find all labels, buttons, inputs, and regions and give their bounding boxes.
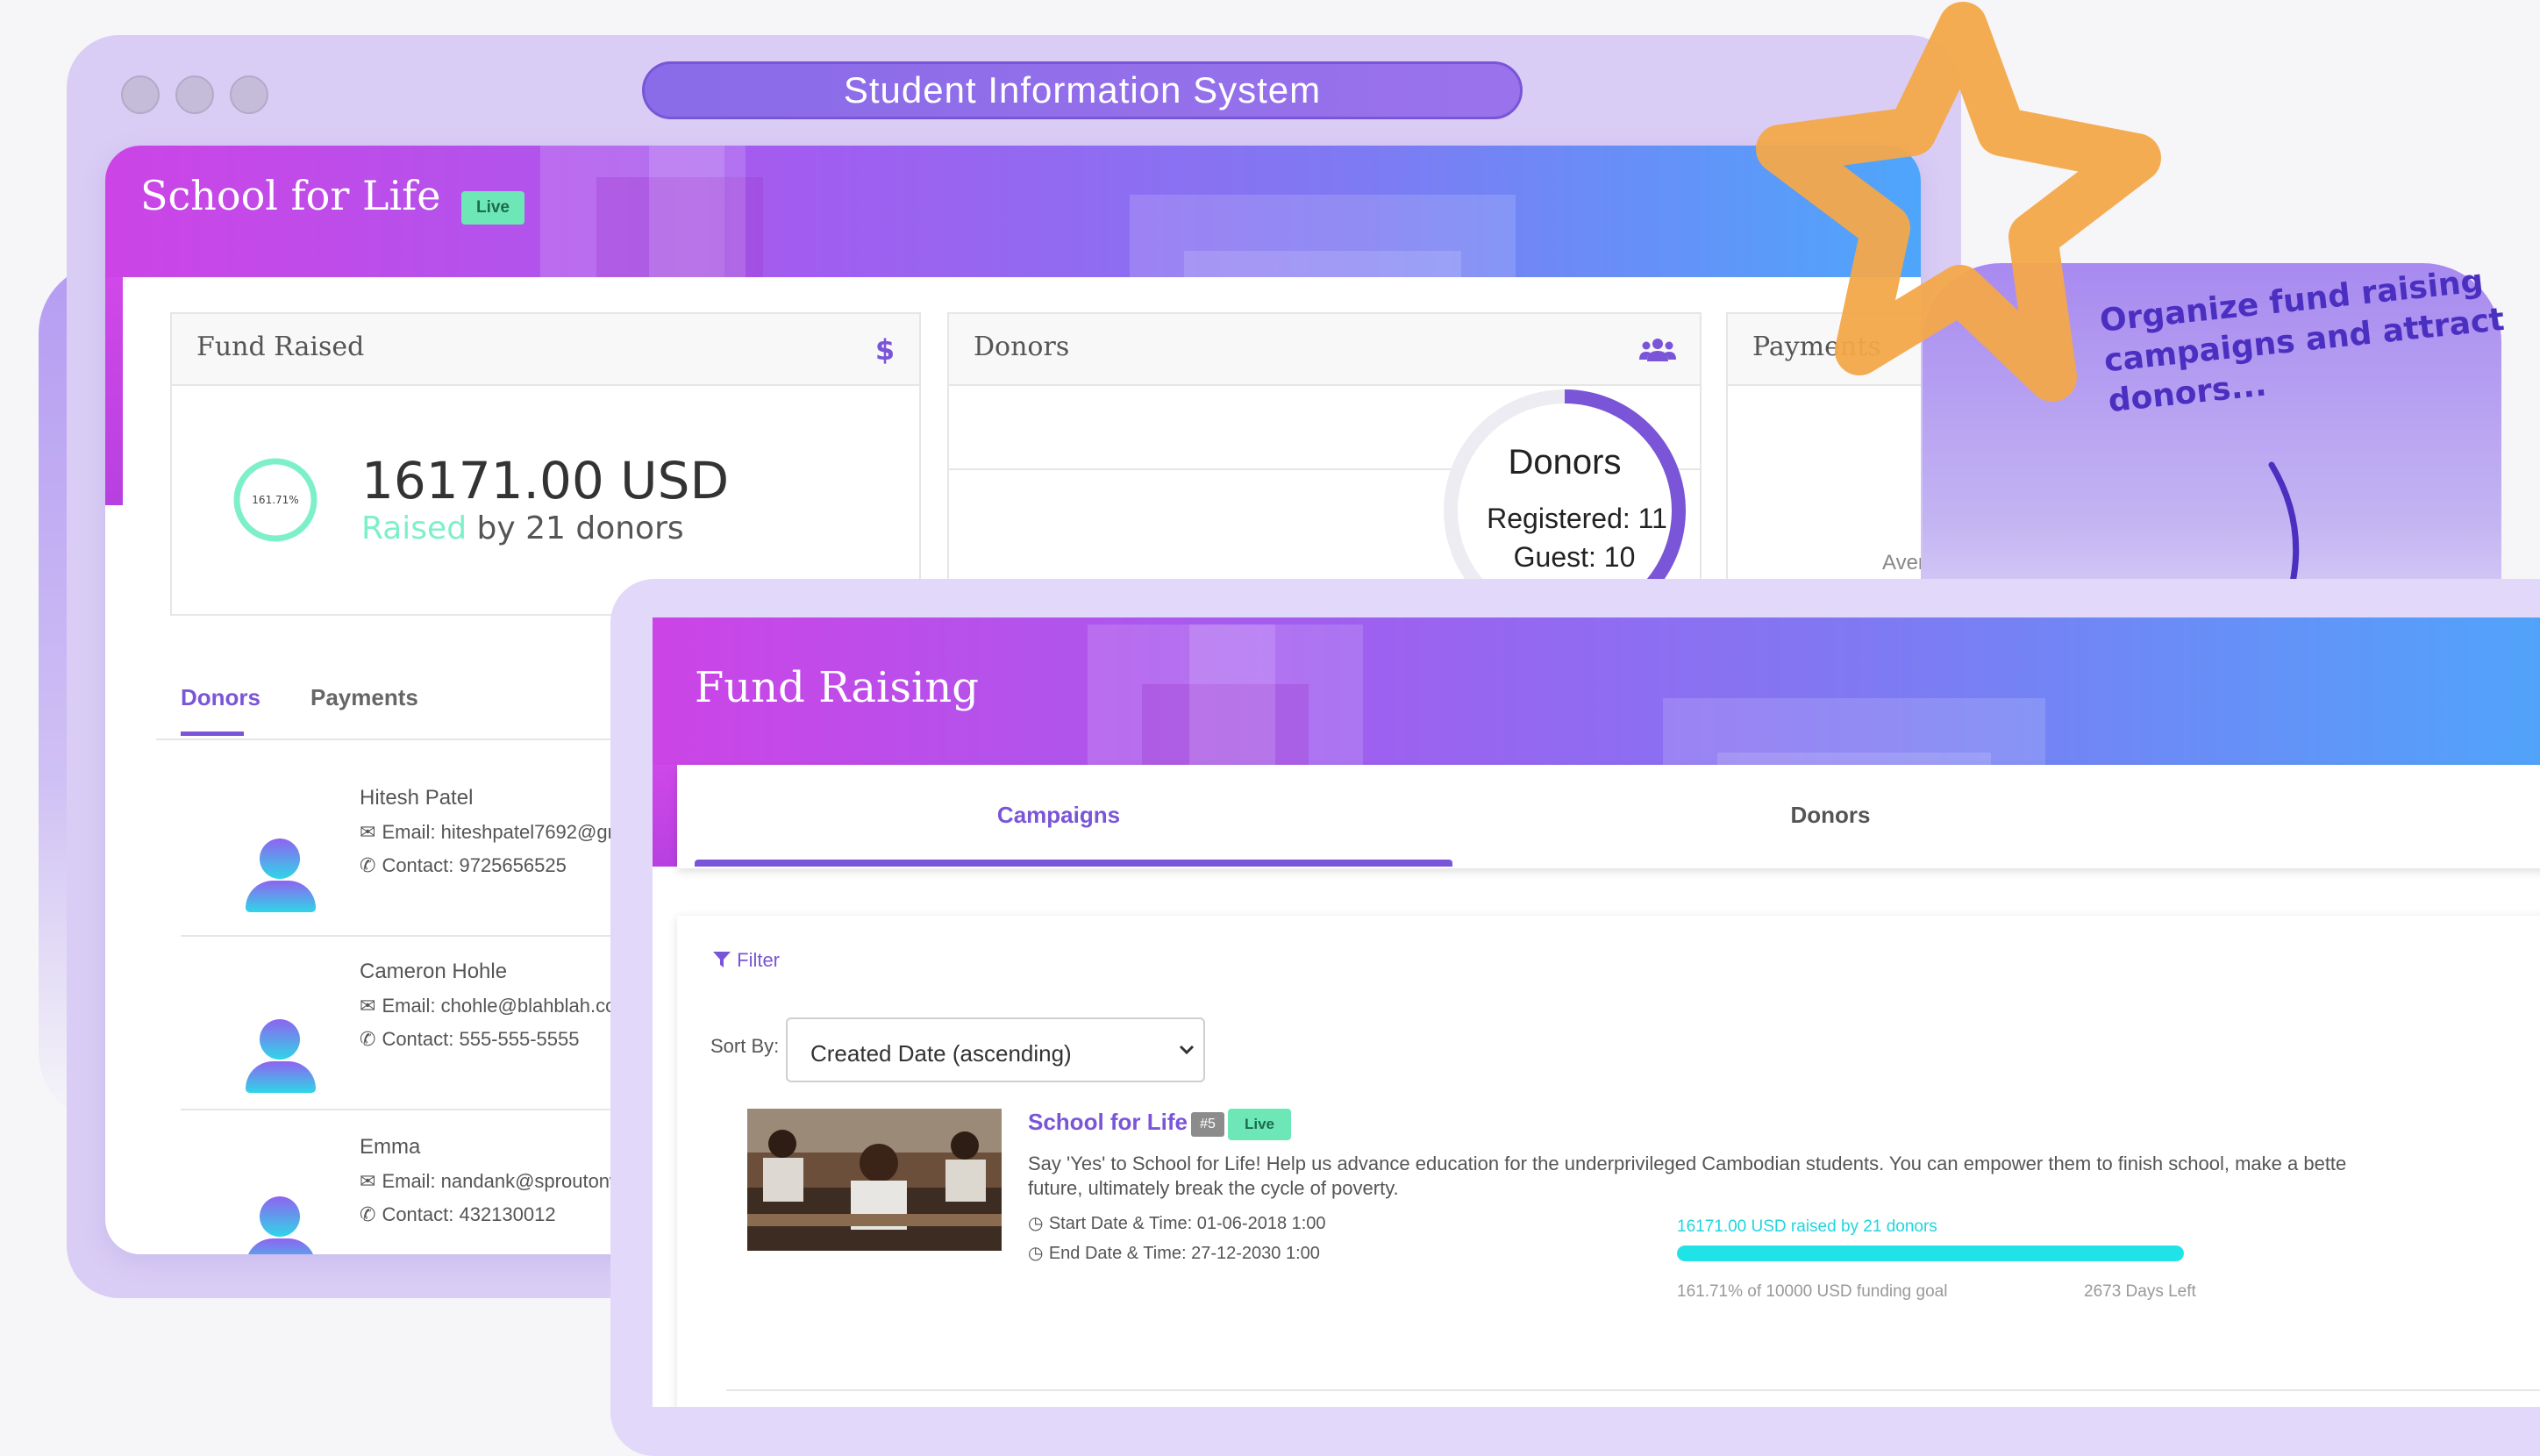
sort-select[interactable]: Created Date (ascending) xyxy=(786,1017,1205,1082)
chevron-down-icon xyxy=(1179,1045,1195,1055)
email-icon: ✉ xyxy=(360,1171,382,1193)
fund-raising-tabs: Campaigns Donors Pa xyxy=(677,765,2540,868)
clock-icon: ◷ xyxy=(1028,1242,1049,1263)
window-close-dot[interactable] xyxy=(121,75,160,114)
fund-raising-title: Fund Raising xyxy=(695,663,979,712)
school-header: School for Life Live xyxy=(105,146,1921,277)
donors-card-label: Donors xyxy=(974,332,1070,362)
donor-name: Hitesh Patel xyxy=(360,786,474,810)
donut-guest: Guest: 10 xyxy=(1514,541,1636,573)
sort-select-value: Created Date (ascending) xyxy=(810,1040,1072,1067)
filter-icon xyxy=(713,952,731,967)
campaign-description: Say 'Yes' to School for Life! Help us ad… xyxy=(1028,1153,2347,1174)
donor-name: Emma xyxy=(360,1135,421,1159)
donor-email: Email: hiteshpatel7692@gma xyxy=(382,821,635,843)
phone-icon: ✆ xyxy=(360,1204,382,1226)
campaign-days-left: 2673 Days Left xyxy=(2084,1282,2196,1301)
campaign-end: ◷ End Date & Time: 27-12-2030 1:00 xyxy=(1028,1242,1320,1263)
donor-name: Cameron Hohle xyxy=(360,960,508,983)
dollar-icon: $ xyxy=(875,333,895,365)
tab-campaigns-indicator xyxy=(695,860,1452,867)
window-minimize-dot[interactable] xyxy=(175,75,214,114)
clock-icon: ◷ xyxy=(1028,1212,1049,1233)
phone-icon: ✆ xyxy=(360,1029,382,1051)
percent-ring: 161.71% xyxy=(233,458,318,542)
avatar xyxy=(260,839,300,879)
donut-title: Donors xyxy=(1509,443,1622,482)
campaign-progress-bar xyxy=(1677,1245,2184,1261)
phone-icon: ✆ xyxy=(360,855,382,877)
donor-contact: Contact: 555-555-5555 xyxy=(382,1028,580,1050)
payments-partial-text: Aver xyxy=(1882,551,1921,575)
tab-donors-indicator xyxy=(181,732,244,736)
tab-campaigns[interactable]: Campaigns xyxy=(677,802,1440,829)
fund-amount: 16171.00 USD xyxy=(361,451,730,510)
percent-ring-label: 161.71% xyxy=(252,494,298,506)
donor-email: Email: chohle@blahblah.com xyxy=(382,995,632,1017)
donor-contact: Contact: 9725656525 xyxy=(382,854,567,876)
raised-by-donors: by 21 donors xyxy=(476,510,684,546)
campaign-title[interactable]: School for Life xyxy=(1028,1109,1188,1136)
campaign-live-badge: Live xyxy=(1228,1109,1291,1140)
donor-contact: Contact: 432130012 xyxy=(382,1203,556,1225)
filter-button[interactable]: Filter xyxy=(712,949,780,972)
avatar xyxy=(260,1019,300,1060)
school-title: School for Life xyxy=(140,172,441,219)
fund-raising-window: Fund Raising Campaigns Donors Pa Filter … xyxy=(653,617,2540,1407)
users-icon xyxy=(1639,339,1676,361)
donut-registered: Registered: 11 xyxy=(1487,503,1667,534)
fund-raised-label: Fund Raised xyxy=(196,332,365,362)
campaign-goal-text: 161.71% of 10000 USD funding goal xyxy=(1677,1282,1948,1301)
tab-donors[interactable]: Donors xyxy=(1440,802,2221,829)
email-icon: ✉ xyxy=(360,822,382,844)
avatar xyxy=(260,1196,300,1237)
campaign-progress-fill xyxy=(1677,1245,2184,1261)
window-maximize-dot[interactable] xyxy=(230,75,268,114)
tab-payments[interactable]: Payments xyxy=(310,684,418,711)
svg-text:$: $ xyxy=(875,333,895,365)
fund-raising-header: Fund Raising xyxy=(653,617,2540,765)
live-badge: Live xyxy=(461,191,524,225)
tab-donors[interactable]: Donors xyxy=(181,684,260,711)
campaigns-panel: Filter Sort By: Created Date (ascending)… xyxy=(677,916,2540,1407)
window-title: Student Information System xyxy=(642,61,1523,119)
raised-by-text: Raised by 21 donors xyxy=(361,510,684,546)
raised-word: Raised xyxy=(361,510,467,546)
campaign-raised-text: 16171.00 USD raised by 21 donors xyxy=(1677,1217,1937,1236)
fund-raised-card: Fund Raised $ 161.71% 16171.00 USD Raise… xyxy=(170,312,921,616)
campaign-start: ◷ Start Date & Time: 01-06-2018 1:00 xyxy=(1028,1212,1326,1233)
campaign-item[interactable]: School for Life #5 Live Say 'Yes' to Sch… xyxy=(677,1091,2540,1354)
donor-email: Email: nandank@sproutonwe xyxy=(382,1170,635,1192)
campaign-description-cont: future, ultimately break the cycle of po… xyxy=(1028,1177,1399,1199)
header-accent xyxy=(105,277,123,505)
email-icon: ✉ xyxy=(360,996,382,1017)
campaign-image xyxy=(747,1109,1002,1251)
campaign-number-badge: #5 xyxy=(1191,1112,1224,1137)
sort-label: Sort By: xyxy=(710,1035,780,1057)
filter-label: Filter xyxy=(737,949,781,971)
